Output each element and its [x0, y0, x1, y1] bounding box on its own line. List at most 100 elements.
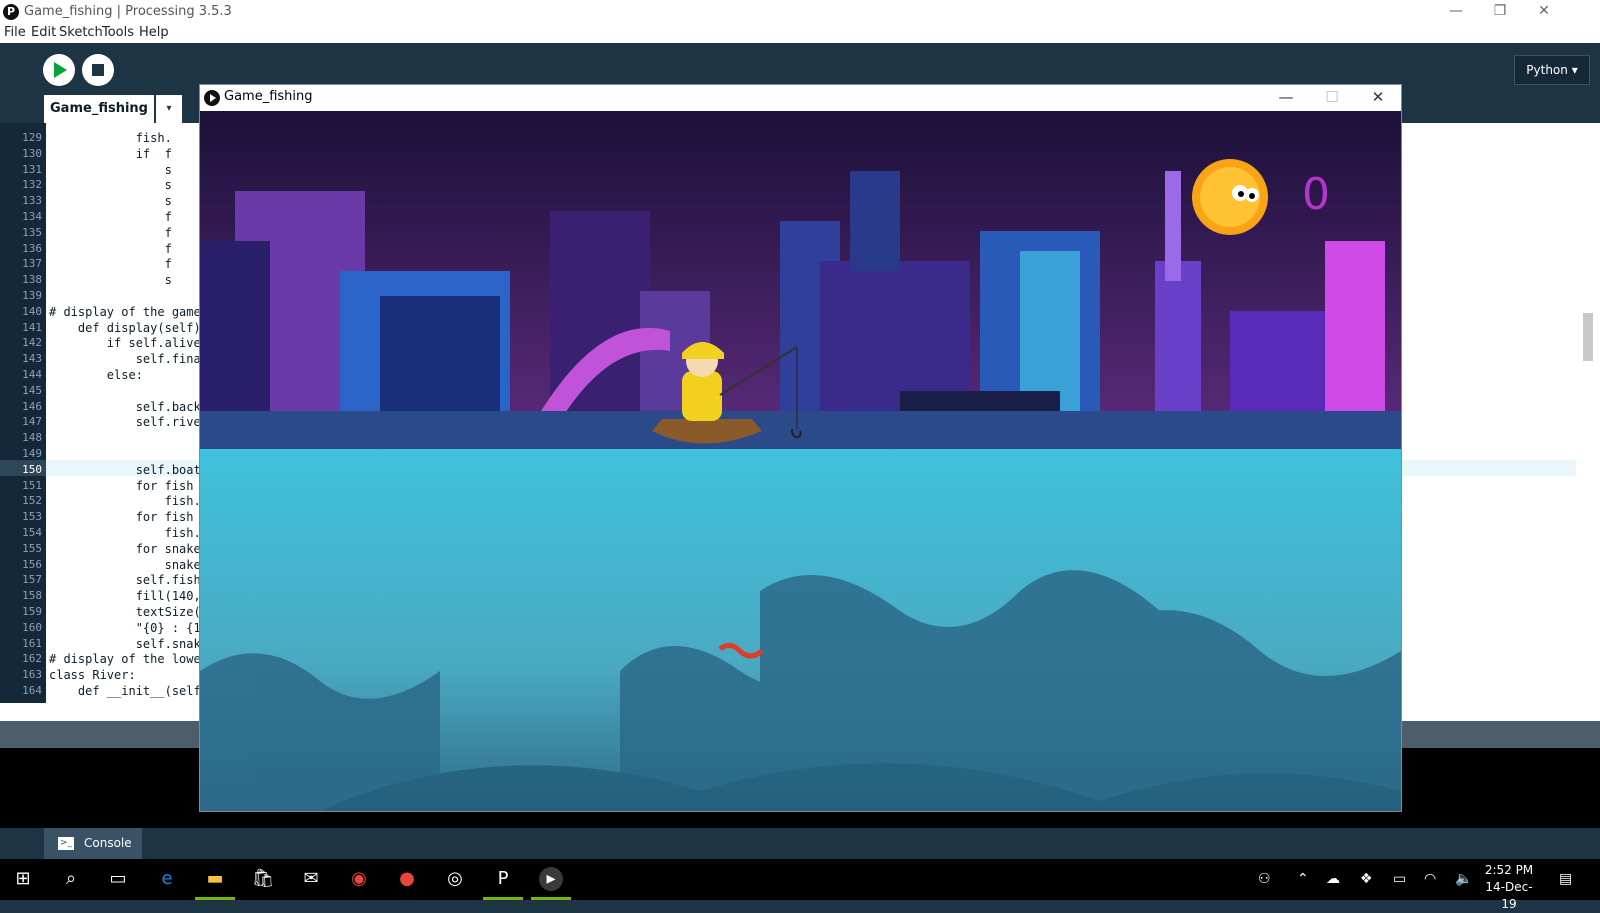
play-icon	[54, 62, 67, 78]
line-number: 164	[22, 684, 42, 697]
window-title: Game_fishing | Processing 3.5.3	[24, 4, 232, 19]
code-line: s	[49, 178, 172, 193]
store-icon[interactable]: 🛍	[251, 867, 275, 891]
code-line: snake	[49, 557, 201, 572]
processing-sketch-icon[interactable]: ▸	[539, 867, 563, 891]
code-line: for fish	[49, 478, 201, 493]
line-number: 146	[22, 399, 42, 413]
minimize-button[interactable]: —	[1434, 0, 1478, 24]
mail-icon[interactable]: ✉	[299, 867, 323, 891]
menu-help[interactable]: Help	[139, 25, 169, 40]
stop-icon	[92, 64, 104, 76]
line-number: 154	[22, 526, 42, 539]
sketch-maximize-button[interactable]: ☐	[1309, 85, 1355, 111]
chevron-up-icon[interactable]: ⌃	[1297, 869, 1309, 889]
code-line: self.back	[49, 399, 201, 414]
chrome-icon[interactable]: ◉	[347, 867, 371, 891]
line-number: 150	[22, 462, 42, 476]
dropbox-icon[interactable]: ❖	[1360, 869, 1373, 889]
line-number: 143	[22, 352, 42, 366]
notifications-icon[interactable]: ▤	[1559, 869, 1572, 889]
tab-game-fishing[interactable]: Game_fishing	[44, 95, 154, 123]
code-line: s	[49, 273, 172, 288]
volume-icon[interactable]: 🔈	[1455, 869, 1472, 889]
system-clock[interactable]: 2:52 PM 14-Dec-19	[1482, 862, 1536, 913]
run-button[interactable]	[43, 54, 75, 86]
edge-icon[interactable]: e	[155, 867, 179, 891]
menu-file[interactable]: File	[4, 25, 26, 40]
code-line: fish.	[49, 494, 201, 509]
code-line: if f	[49, 146, 172, 161]
sketch-titlebar: Game_fishing — ☐ ✕	[200, 85, 1401, 111]
onedrive-icon[interactable]: ☁	[1326, 869, 1340, 889]
scroll-thumb[interactable]	[1583, 313, 1593, 361]
close-button[interactable]: ✕	[1522, 0, 1566, 24]
line-number: 141	[22, 320, 42, 334]
menu-tools[interactable]: Tools	[102, 25, 134, 40]
file-explorer-icon[interactable]: ▬	[203, 867, 227, 891]
app-icon[interactable]: ●	[395, 867, 419, 891]
editor-vertical-scrollbar[interactable]	[1576, 123, 1600, 703]
processing-logo-icon: P	[3, 4, 19, 20]
line-number: 129	[22, 131, 42, 144]
code-line: else:	[49, 368, 143, 382]
code-line: self.fina	[49, 352, 201, 367]
code-line: f	[49, 257, 172, 272]
line-number: 161	[22, 636, 42, 650]
line-number: 148	[22, 431, 42, 445]
sketch-close-button[interactable]: ✕	[1355, 85, 1401, 111]
code-line: self.fish	[49, 573, 201, 588]
line-number: 160	[22, 620, 42, 634]
menu-edit[interactable]: Edit	[31, 25, 56, 40]
line-number: 149	[22, 447, 42, 460]
line-number: 133	[22, 194, 42, 208]
score-display: 0	[1302, 169, 1330, 220]
search-icon[interactable]: ⌕	[59, 867, 83, 891]
code-line: textSize(	[49, 605, 201, 619]
app-ring-icon[interactable]: ◎	[443, 867, 467, 891]
line-number: 130	[22, 146, 42, 160]
window-titlebar: P Game_fishing | Processing 3.5.3 — ❐ ✕	[0, 0, 1600, 24]
menu-sketch[interactable]: Sketch	[59, 25, 103, 40]
console-bar: >_ Console	[0, 828, 1600, 859]
tab-menu-button[interactable]: ▾	[156, 95, 182, 123]
line-number-gutter: 129 130 131 132 133 134 135 136 137 138 139 140 141 1…	[0, 123, 46, 703]
wifi-icon[interactable]: ◠	[1424, 869, 1436, 889]
line-number: 138	[22, 273, 42, 287]
code-line: for fish	[49, 510, 201, 525]
stop-button[interactable]	[82, 54, 114, 86]
code-line: self.rive	[49, 415, 201, 430]
code-line: self.boat	[49, 462, 201, 477]
task-view-icon[interactable]: ▭	[106, 867, 130, 891]
line-number: 159	[22, 605, 42, 618]
sketch-title: Game_fishing	[224, 89, 313, 104]
line-number: 157	[22, 573, 42, 587]
line-number: 163	[22, 668, 42, 682]
people-icon[interactable]: ⚇	[1258, 869, 1271, 889]
restore-button[interactable]: ❐	[1478, 0, 1522, 24]
code-line: f	[49, 225, 172, 240]
line-number: 158	[22, 589, 42, 603]
taskbar: ⊞ ⌕ ▭ e ▬ 🛍 ✉ ◉ ● ◎ P ▸ ⚇ ⌃ ☁ ❖ ▭ ◠ 🔈 2:…	[0, 859, 1600, 911]
game-canvas[interactable]: 0	[200, 111, 1401, 811]
line-number: 145	[22, 383, 42, 397]
line-number: 151	[22, 478, 42, 492]
code-line: def display(self)	[49, 320, 201, 335]
line-number: 153	[22, 510, 42, 524]
code-line: class River:	[49, 668, 136, 683]
windows-start-icon[interactable]: ⊞	[11, 867, 35, 891]
line-number: 142	[22, 336, 42, 350]
code-line: f	[49, 210, 172, 224]
code-line: s	[49, 162, 172, 177]
line-number: 135	[22, 225, 42, 239]
code-line: # display of the game	[49, 304, 201, 319]
code-line: fill(140,	[49, 589, 201, 604]
mode-selector[interactable]: Python ▾	[1514, 55, 1590, 85]
line-number: 162	[22, 652, 42, 666]
sketch-minimize-button[interactable]: —	[1263, 85, 1309, 111]
code-line: # display of the lowe	[49, 652, 201, 667]
processing-icon[interactable]: P	[491, 867, 515, 891]
battery-icon[interactable]: ▭	[1393, 869, 1406, 889]
code-line: fish.	[49, 526, 201, 540]
console-tab[interactable]: >_ Console	[44, 828, 142, 859]
